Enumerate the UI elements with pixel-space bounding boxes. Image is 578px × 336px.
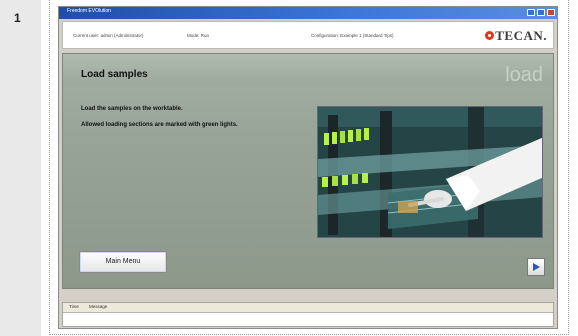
minimize-icon[interactable] — [527, 9, 535, 16]
main-panel: Load samples load Load the samples on th… — [62, 53, 554, 289]
current-user-text: Current user: admin (Administrator) — [73, 33, 144, 38]
message-log[interactable]: Time Message — [62, 302, 554, 327]
worktable-illustration — [318, 107, 542, 237]
log-column-message[interactable]: Message — [89, 304, 107, 309]
application-window: Freedom EVOlution Current user: admin (A… — [58, 6, 558, 329]
message-log-header: Time Message — [63, 303, 553, 313]
tecan-logo-mark-icon — [485, 31, 495, 40]
instruction-text-1: Load the samples on the worktable. — [81, 106, 183, 112]
page-title: Load samples — [81, 69, 148, 80]
step-number: 1 — [14, 11, 21, 25]
play-arrow-icon — [533, 263, 540, 271]
window-title: Freedom EVOlution — [67, 8, 111, 14]
tecan-logo-text: TECAN. — [495, 28, 547, 43]
tecan-logo: TECAN. — [485, 28, 547, 44]
info-bar: Current user: admin (Administrator) Mode… — [62, 21, 554, 49]
configuration-text: Configuration: Example 1 (Standard Tips) — [311, 33, 394, 38]
mode-text: Mode: Run — [187, 33, 210, 38]
maximize-icon[interactable] — [537, 9, 545, 16]
main-menu-button[interactable]: Main Menu — [79, 251, 167, 273]
next-button[interactable] — [527, 258, 545, 276]
window-titlebar[interactable]: Freedom EVOlution — [59, 7, 557, 19]
step-watermark: load — [505, 64, 543, 86]
close-icon[interactable] — [547, 9, 555, 16]
step-sidebar: 1 — [0, 0, 41, 336]
instruction-text-2: Allowed loading sections are marked with… — [81, 122, 238, 128]
worktable-photo — [317, 106, 543, 238]
log-column-time[interactable]: Time — [69, 304, 79, 309]
